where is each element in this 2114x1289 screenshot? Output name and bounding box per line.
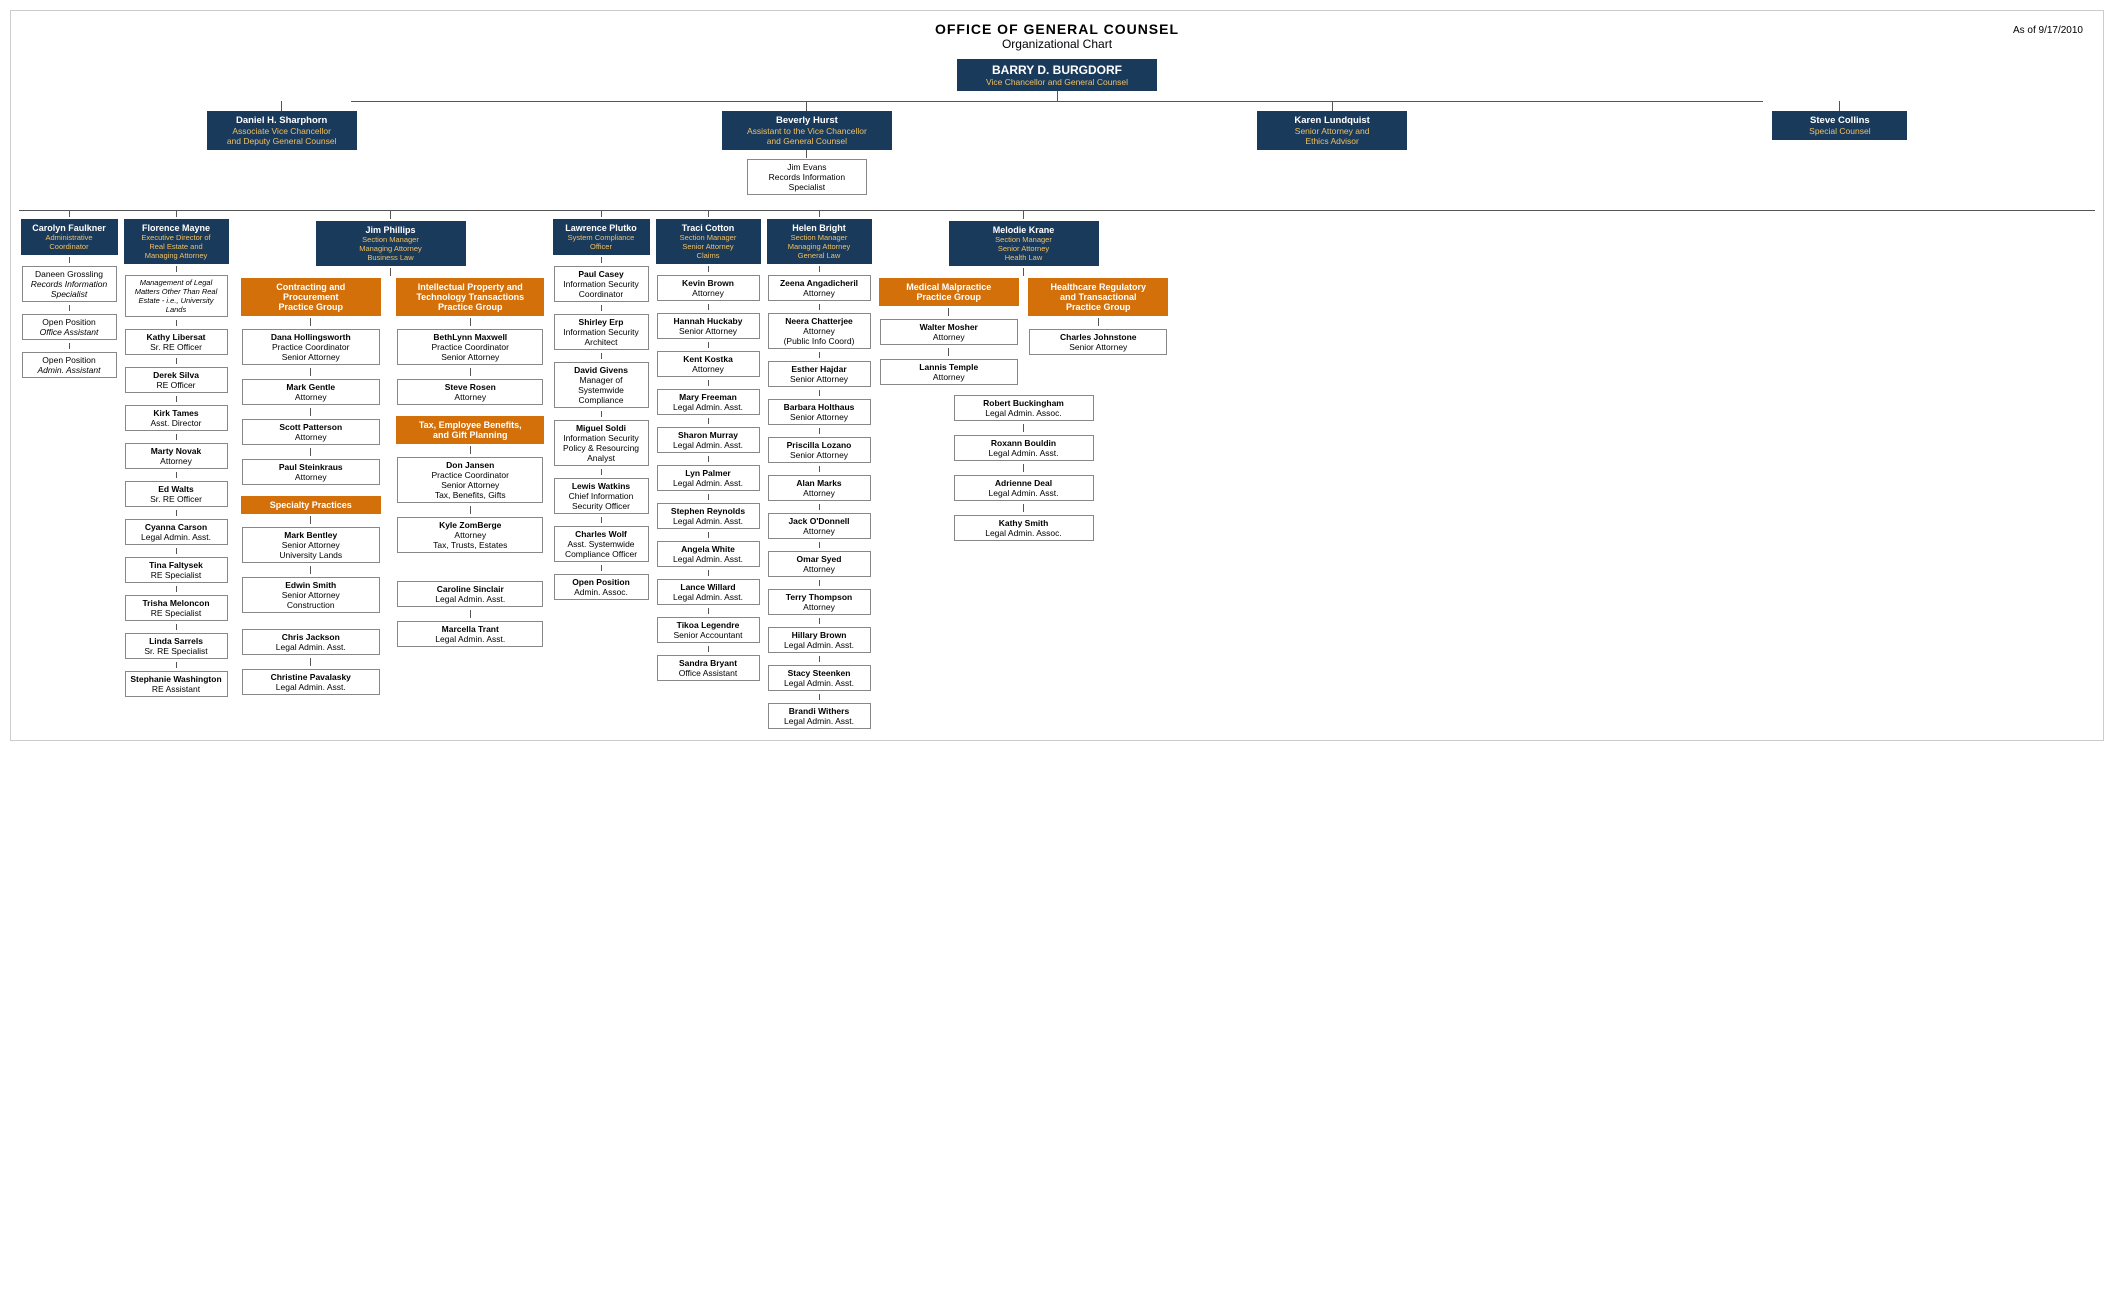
org-subtitle: Organizational Chart (19, 37, 2095, 51)
l2-hurst: Beverly Hurst Assistant to the Vice Chan… (722, 111, 892, 150)
l2-sharphorn: Daniel H. Sharphorn Associate Vice Chanc… (207, 111, 357, 150)
col-cotton: Traci Cotton Section ManagerSenior Attor… (654, 211, 762, 682)
page: As of 9/17/2010 OFFICE OF GENERAL COUNSE… (10, 10, 2104, 741)
root-name: BARRY D. BURGDORF (963, 63, 1151, 77)
col-phillips: Jim Phillips Section ManagerManaging Att… (233, 211, 548, 696)
col-faulkner: Carolyn Faulkner AdministrativeCoordinat… (19, 211, 119, 379)
page-header: OFFICE OF GENERAL COUNSEL Organizational… (19, 21, 2095, 51)
l2-collins: Steve Collins Special Counsel (1772, 111, 1907, 140)
date-label: As of 9/17/2010 (2013, 25, 2083, 36)
root-title: Vice Chancellor and General Counsel (963, 77, 1151, 87)
col-plutko: Lawrence Plutko System ComplianceOfficer… (551, 211, 651, 601)
col-bright: Helen Bright Section ManagerManaging Att… (765, 211, 873, 730)
col-mayne: Florence Mayne Executive Director ofReal… (122, 211, 230, 698)
l2-lundquist: Karen Lundquist Senior Attorney andEthic… (1257, 111, 1407, 150)
col-krane: Melodie Krane Section ManagerSenior Atto… (876, 211, 1171, 542)
jim-evans-box: Jim EvansRecords InformationSpecialist (747, 159, 867, 195)
org-title: OFFICE OF GENERAL COUNSEL (19, 21, 2095, 37)
root-box: BARRY D. BURGDORF Vice Chancellor and Ge… (957, 59, 1157, 91)
